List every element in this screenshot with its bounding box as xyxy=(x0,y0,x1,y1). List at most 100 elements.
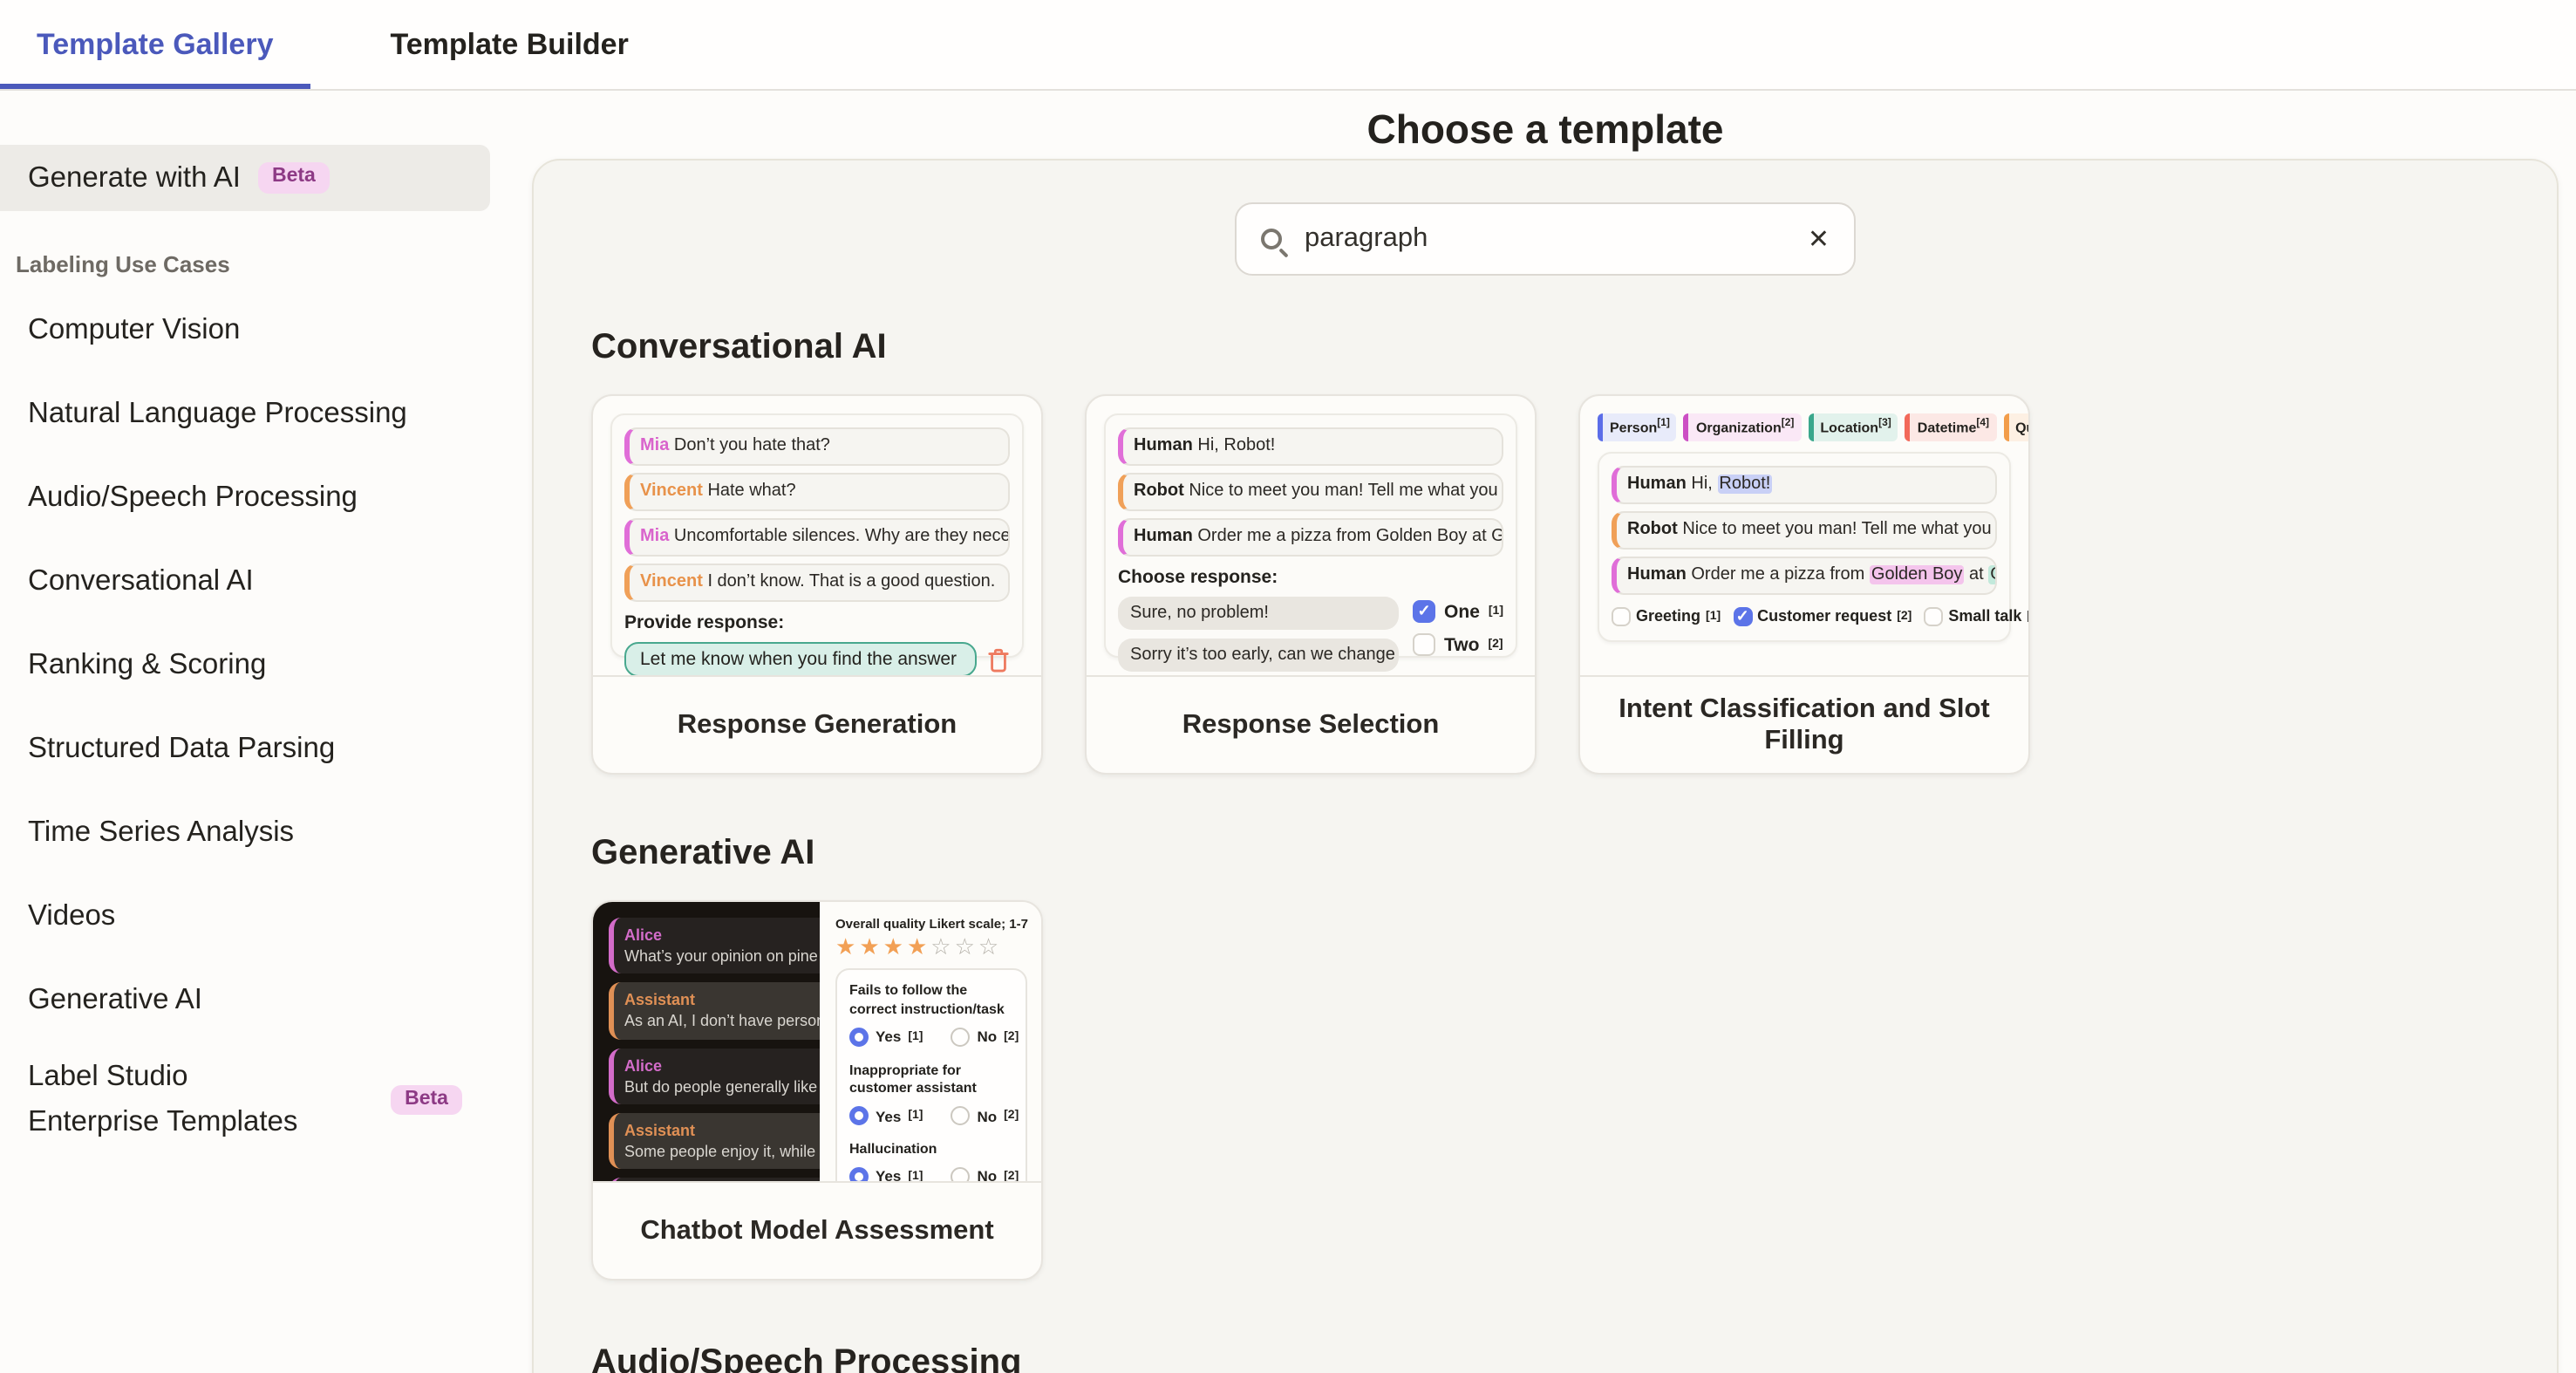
enterprise-templates-label: Label Studio Enterprise Templates xyxy=(28,1055,307,1144)
chat-message: Robot Nice to meet you man! Tell me what… xyxy=(1118,473,1503,511)
star-filled-icon: ★ xyxy=(859,933,883,960)
checkbox-unchecked-icon xyxy=(1924,606,1943,625)
template-search-box xyxy=(1235,202,1856,276)
sidebar-item-conversational-ai[interactable]: Conversational AI xyxy=(0,539,490,623)
speaker-name: Vincent xyxy=(640,482,703,501)
chat-message: Human Order me a pizza from Golden Boy a… xyxy=(1612,556,1997,594)
entity-tag-datetime: Datetime[4] xyxy=(1905,413,1996,441)
sidebar-item-time-series-analysis[interactable]: Time Series Analysis xyxy=(0,790,490,874)
radio-unselected-icon xyxy=(951,1167,970,1181)
header-tab-bar: Template Gallery Template Builder xyxy=(0,0,2576,91)
template-panel: Conversational AI Mia Don’t you hate tha… xyxy=(532,159,2559,1373)
intent-greeting: Greeting[1] xyxy=(1612,606,1721,625)
sidebar-item-ranking-scoring[interactable]: Ranking & Scoring xyxy=(0,623,490,707)
star-rating: ★★★★☆☆☆ xyxy=(835,935,1027,958)
template-gallery-page: Template Gallery Template Builder Genera… xyxy=(0,0,2576,1373)
sidebar-item-generate-with-ai[interactable]: Generate with AI Beta xyxy=(0,145,490,211)
message-text: Uncomfortable silences. Why are they nec… xyxy=(674,527,1010,546)
radio-selected-icon xyxy=(849,1167,869,1181)
message-text: Don’t you hate that? xyxy=(674,436,830,455)
tab-template-builder[interactable]: Template Builder xyxy=(354,0,665,89)
message-text: Order me a pizza from Golden Boy at Gree… xyxy=(1197,527,1503,546)
chat-message: Assistant As an AI, I don’t have person xyxy=(609,983,820,1040)
tab-template-gallery[interactable]: Template Gallery xyxy=(0,0,310,89)
chat-message: Alice xyxy=(609,1178,820,1181)
section-heading-conversational-ai: Conversational AI xyxy=(591,328,2499,368)
sidebar-item-structured-data-parsing[interactable]: Structured Data Parsing xyxy=(0,707,490,790)
card-title-response-generation: Response Generation xyxy=(593,675,1041,773)
question-label: Hallucination xyxy=(849,1141,1013,1160)
speaker-name: Robot xyxy=(1627,519,1678,538)
assessment-questions-box: Fails to follow the correct instruction/… xyxy=(835,968,1027,1181)
sidebar-item-audio-speech-processing[interactable]: Audio/Speech Processing xyxy=(0,455,490,539)
message-text: Nice to meet you man! Tell me what you w… xyxy=(1682,519,1997,538)
entity-tag-person: Person[1] xyxy=(1598,413,1677,441)
choose-response-label: Choose response: xyxy=(1118,567,1503,588)
question-radio-row: Yes[1] No[2] xyxy=(849,1106,1013,1125)
response-text: Let me know when you find the answer xyxy=(640,649,957,670)
dark-chat-panel: Alice What’s your opinion on pine Assist… xyxy=(593,902,820,1181)
conversational-ai-cards: Mia Don’t you hate that? Vincent Hate wh… xyxy=(591,394,2499,775)
choice-label: Two xyxy=(1444,634,1479,655)
page-title: Choose a template xyxy=(532,106,2559,154)
section-heading-audio-speech-processing: Audio/Speech Processing xyxy=(591,1343,2499,1373)
sidebar: Generate with AI Beta Labeling Use Cases… xyxy=(0,91,490,1373)
response-option: Sure, no problem! xyxy=(1118,597,1399,630)
beta-badge: Beta xyxy=(258,163,330,194)
question-label: Inappropriate for customer assistant xyxy=(849,1062,1013,1099)
speaker-name: Vincent xyxy=(640,572,703,591)
clear-search-icon[interactable] xyxy=(1808,226,1830,252)
star-filled-icon: ★ xyxy=(907,933,930,960)
section-heading-generative-ai: Generative AI xyxy=(591,834,2499,874)
message-text: Hi, xyxy=(1691,474,1717,493)
speaker-name: Human xyxy=(1134,436,1193,455)
search-input[interactable] xyxy=(1301,222,1789,256)
sidebar-item-generative-ai[interactable]: Generative AI xyxy=(0,958,490,1042)
sidebar-item-enterprise-templates[interactable]: Label Studio Enterprise Templates Beta xyxy=(0,1042,490,1158)
chat-message: Mia Uncomfortable silences. Why are they… xyxy=(624,518,1010,557)
radio-unselected-icon xyxy=(951,1027,970,1046)
speaker-name: Human xyxy=(1627,564,1687,584)
provide-response-label: Provide response: xyxy=(624,612,1010,633)
trash-icon xyxy=(987,646,1010,673)
radio-selected-icon xyxy=(849,1106,869,1125)
message-text: Nice to meet you man! Tell me what you w… xyxy=(1189,482,1503,501)
generative-ai-cards: Alice What’s your opinion on pine Assist… xyxy=(591,900,2499,1281)
chat-message: Alice What’s your opinion on pine xyxy=(609,918,820,974)
template-card-response-generation[interactable]: Mia Don’t you hate that? Vincent Hate wh… xyxy=(591,394,1043,775)
star-empty-icon: ☆ xyxy=(978,933,1002,960)
search-icon xyxy=(1261,229,1282,249)
beta-badge: Beta xyxy=(391,1085,462,1116)
card-title-response-selection: Response Selection xyxy=(1087,675,1535,773)
chat-message: Human Hi, Robot! xyxy=(1612,465,1997,503)
checkbox-checked-icon xyxy=(1733,606,1752,625)
sidebar-item-computer-vision[interactable]: Computer Vision xyxy=(0,288,490,372)
sidebar-item-natural-language-processing[interactable]: Natural Language Processing xyxy=(0,372,490,455)
chat-message: Alice But do people generally like xyxy=(609,1048,820,1104)
chat-message: Vincent Hate what? xyxy=(624,473,1010,511)
template-card-chatbot-model-assessment[interactable]: Alice What’s your opinion on pine Assist… xyxy=(591,900,1043,1281)
message-text: Hate what? xyxy=(707,482,795,501)
checkbox-checked-icon xyxy=(1413,600,1435,623)
entity-tags-row: Person[1] Organization[2] Location[3] Da… xyxy=(1598,413,2011,441)
speaker-name: Robot xyxy=(1134,482,1184,501)
chat-message: Vincent I don’t know. That is a good que… xyxy=(624,564,1010,602)
template-card-intent-classification[interactable]: Person[1] Organization[2] Location[3] Da… xyxy=(1578,394,2030,775)
main-content: Choose a template Conversational AI xyxy=(490,91,2576,1373)
generate-with-ai-label: Generate with AI xyxy=(28,161,241,195)
intent-small-talk: Small talk[3] xyxy=(1924,606,2028,625)
chat-message: Human Hi, Robot! xyxy=(1118,427,1503,466)
card-preview: Human Hi, Robot! Robot Nice to meet you … xyxy=(1087,396,1535,675)
location-highlight: Green St. xyxy=(1988,564,1997,584)
speaker-name: Human xyxy=(1627,474,1687,493)
star-empty-icon: ☆ xyxy=(930,933,954,960)
speaker-name: Mia xyxy=(640,527,669,546)
question-radio-row: Yes[1] No[2] xyxy=(849,1167,1013,1181)
sidebar-item-videos[interactable]: Videos xyxy=(0,874,490,958)
labeling-use-cases-header: Labeling Use Cases xyxy=(16,251,490,277)
chat-message: Human Order me a pizza from Golden Boy a… xyxy=(1118,518,1503,557)
likert-scale-label: Overall quality Likert scale; 1-7 xyxy=(835,916,1027,932)
template-card-response-selection[interactable]: Human Hi, Robot! Robot Nice to meet you … xyxy=(1085,394,1537,775)
card-preview: Person[1] Organization[2] Location[3] Da… xyxy=(1580,396,2028,675)
card-preview: Alice What’s your opinion on pine Assist… xyxy=(593,902,1041,1181)
